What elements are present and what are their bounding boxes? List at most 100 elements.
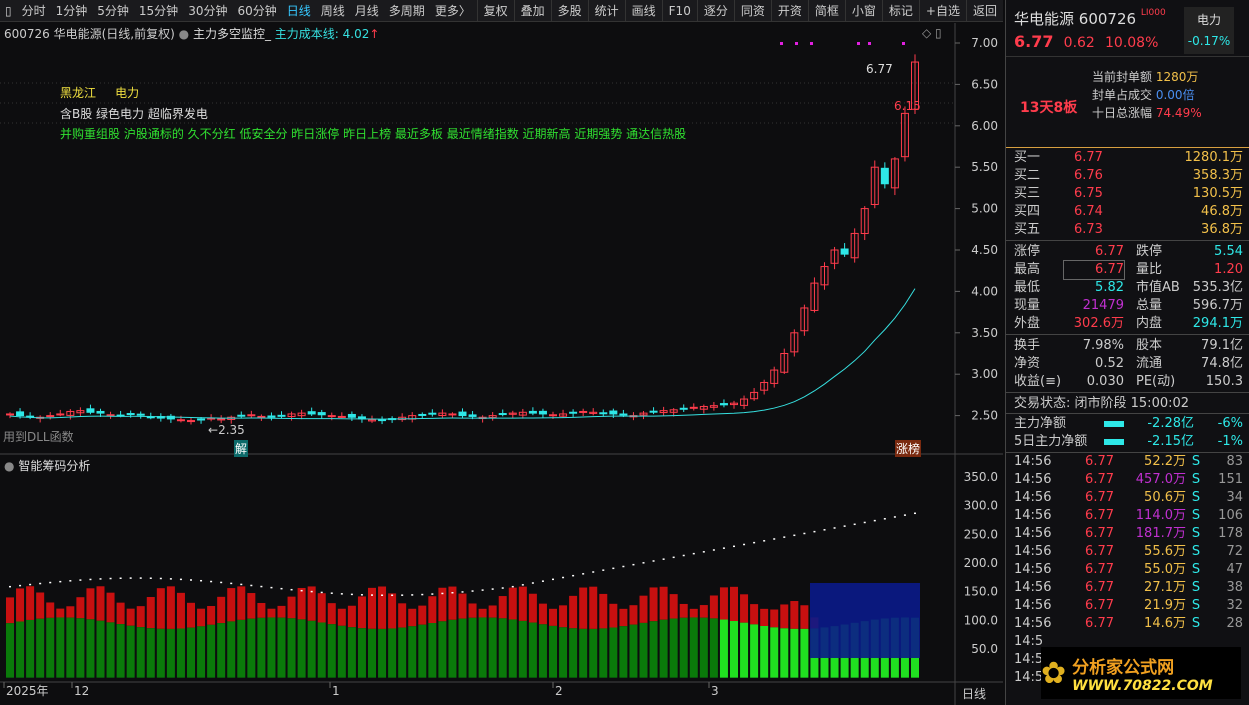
- tick-cell: 47: [1226, 562, 1243, 577]
- chip-bar-profit: [187, 602, 195, 628]
- candle-body: [176, 419, 185, 422]
- x-tick-label: 3: [711, 684, 719, 698]
- toolbar-button[interactable]: 同资: [733, 0, 771, 22]
- toolbar-button[interactable]: 叠加: [513, 0, 551, 22]
- period-tab[interactable]: 多周期: [384, 2, 430, 19]
- chip-bar-loss: [609, 627, 618, 678]
- chip-bar-loss: [136, 627, 145, 678]
- flow-label: 主力净额: [1014, 416, 1067, 431]
- toolbar: ▯ 分时 1分钟 5分钟 15分钟 30分钟 60分钟 日线 周线 月线 多周期 更多〉 复权 叠加多…: [0, 0, 1003, 22]
- level-volume: 46.8万: [1201, 204, 1243, 219]
- toolbar-button[interactable]: +自选: [918, 0, 966, 22]
- unlock-badge[interactable]: 解: [234, 440, 249, 457]
- panel-toggle-icon[interactable]: ▯: [0, 4, 17, 18]
- sector-box[interactable]: 电力 -0.17%: [1184, 7, 1234, 54]
- stat-label: 总量: [1136, 298, 1163, 313]
- flow-label: 5日主力净额: [1014, 434, 1088, 449]
- toolbar-button[interactable]: 逐分: [696, 0, 734, 22]
- period-tab[interactable]: 分时: [17, 2, 51, 19]
- toolbar-button[interactable]: 小窗: [844, 0, 882, 22]
- chip-bar-loss: [126, 625, 135, 678]
- chip-bar-profit: [277, 605, 286, 618]
- ratio-label: 封单占成交: [1092, 88, 1153, 102]
- period-tab[interactable]: 30分钟: [183, 2, 232, 19]
- period-tab[interactable]: 周线: [316, 2, 350, 19]
- chip-dot: [491, 588, 494, 590]
- rank-badge[interactable]: 涨榜: [895, 440, 922, 457]
- chip-bar-profit: [669, 594, 678, 619]
- chip-dot: [461, 591, 464, 593]
- chip-dot: [773, 538, 776, 540]
- stock-code: 600726: [1078, 10, 1137, 28]
- toolbar-button[interactable]: 统计: [587, 0, 625, 22]
- level-label: 买五: [1014, 222, 1041, 237]
- chip-panel-title[interactable]: ● 智能筹码分析: [4, 457, 90, 474]
- chip-bar-loss: [709, 618, 718, 678]
- chip-dot: [230, 582, 233, 585]
- chip-bar-loss: [458, 618, 467, 678]
- candle-body: [136, 413, 145, 416]
- indicator-toggle-icon[interactable]: ●: [179, 27, 189, 41]
- toolbar-button[interactable]: 多股: [550, 0, 588, 22]
- period-tab[interactable]: 月线: [350, 2, 384, 19]
- period-tab[interactable]: 1分钟: [51, 2, 93, 19]
- tick-cell: 55.0万: [1144, 562, 1186, 577]
- candle-body: [307, 411, 316, 415]
- chip-bar-loss: [559, 627, 568, 678]
- level-price: 6.75: [1074, 186, 1103, 201]
- toolbar-button[interactable]: 画线: [624, 0, 662, 22]
- chip-bar-loss: [428, 623, 437, 678]
- toolbar-button[interactable]: 简框: [807, 0, 845, 22]
- chip-dot: [662, 558, 665, 560]
- period-tab[interactable]: 15分钟: [134, 2, 183, 19]
- chip-bar-loss: [197, 626, 206, 678]
- chip-dot: [652, 560, 655, 562]
- stat-row: 涨停 6.77 跌停 5.54: [1006, 243, 1249, 261]
- candle-body: [448, 413, 457, 416]
- chip-bar-profit: [649, 587, 658, 622]
- chip-bar-loss: [770, 627, 779, 678]
- period-tab[interactable]: 60分钟: [232, 2, 281, 19]
- chip-dot: [602, 569, 605, 571]
- tick-row: 14:56 6.77 50.6万 S 34: [1006, 489, 1249, 507]
- chip-bar-loss: [36, 618, 45, 678]
- tick-row: 14:56 6.77 181.7万 S 178: [1006, 525, 1249, 543]
- stat-label: 量比: [1136, 262, 1163, 277]
- period-tab[interactable]: 日线: [282, 2, 316, 19]
- toolbar-button[interactable]: 标记: [881, 0, 919, 22]
- chip-dot: [129, 577, 132, 579]
- toolbar-button[interactable]: 复权: [476, 0, 514, 22]
- concept-tags: 含B股 绿色电力 超临界发电: [60, 107, 208, 121]
- candle-body: [418, 413, 427, 416]
- chip-bar-loss: [750, 624, 759, 678]
- chip-bar-loss: [16, 621, 25, 678]
- collapse-icon[interactable]: ●: [4, 459, 14, 473]
- toolbar-button[interactable]: 返回: [965, 0, 1003, 22]
- toolbar-button[interactable]: 开资: [770, 0, 808, 22]
- chip-bar-loss: [699, 617, 708, 678]
- quote-panel: 华电能源 600726 LI000 6.77 0.62 10.08% 电力 -0.…: [1005, 0, 1249, 705]
- period-tab[interactable]: 更多〉: [430, 2, 476, 19]
- chip-bar-profit: [126, 608, 135, 626]
- indicator-name[interactable]: 主力多空监控_: [193, 27, 271, 41]
- period-tab[interactable]: 5分钟: [92, 2, 134, 19]
- price-tick-label: 6.50: [971, 77, 998, 91]
- chip-bar-loss: [659, 619, 668, 678]
- candle-body: [106, 414, 115, 417]
- chip-bar-profit: [388, 593, 397, 629]
- chip-bar-profit: [26, 586, 35, 620]
- tick-cell: 6.77: [1085, 598, 1114, 613]
- chip-bar-profit: [227, 588, 236, 622]
- seal: 1280万: [1155, 70, 1199, 84]
- toolbar-button[interactable]: F10: [661, 0, 697, 22]
- chip-dot: [310, 590, 313, 593]
- chip-dot: [511, 585, 514, 588]
- level-volume: 36.8万: [1201, 222, 1243, 237]
- streak: 13天8板: [1020, 100, 1078, 116]
- diamond-icon[interactable]: ◇ ▯: [922, 26, 942, 40]
- tick-cell: 6.77: [1085, 490, 1114, 505]
- stat-label: 换手: [1014, 338, 1041, 353]
- sector-name: 电力: [1196, 13, 1221, 27]
- chip-bar-loss: [760, 625, 769, 678]
- chip-dot: [260, 585, 263, 588]
